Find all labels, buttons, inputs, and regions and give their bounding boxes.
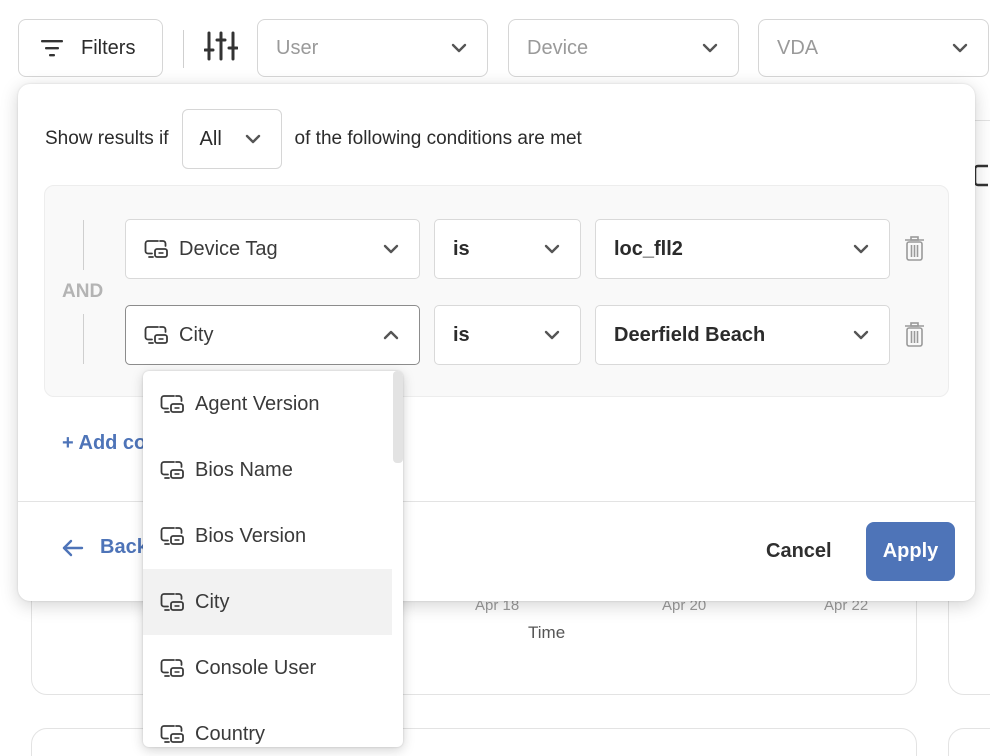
chevron-down-icon — [544, 330, 560, 340]
device-icon — [160, 593, 184, 611]
device-icon — [160, 395, 184, 413]
chevron-down-icon — [702, 43, 718, 53]
device-dropdown[interactable]: Device — [508, 19, 739, 77]
field-option-label: Bios Version — [195, 524, 307, 547]
device-icon — [160, 659, 184, 677]
group-connector-line — [83, 220, 84, 270]
apply-button[interactable]: Apply — [866, 522, 955, 581]
chevron-down-icon — [383, 244, 399, 254]
monitor-icon — [974, 164, 988, 187]
lower-right-card — [948, 728, 990, 756]
show-results-suffix: of the following conditions are met — [294, 128, 582, 149]
field-option-bios-version[interactable]: Bios Version — [143, 503, 392, 569]
filters-label: Filters — [81, 36, 136, 59]
chevron-down-icon — [245, 134, 260, 144]
chevron-down-icon — [952, 43, 968, 53]
field-option-bios-name[interactable]: Bios Name — [143, 437, 392, 503]
device-icon — [160, 527, 184, 545]
back-button[interactable]: Back — [62, 536, 148, 559]
field-option-city[interactable]: City — [143, 569, 392, 635]
chevron-up-icon — [383, 330, 399, 340]
chevron-down-icon — [544, 244, 560, 254]
toolbar-divider — [183, 30, 184, 68]
condition-operator-value: is — [453, 237, 470, 260]
sliders-icon[interactable] — [204, 31, 238, 61]
field-option-label: City — [195, 590, 230, 613]
group-operator-label: AND — [62, 281, 104, 302]
back-label: Back — [100, 536, 148, 558]
show-results-prefix: Show results if — [45, 128, 169, 149]
field-option-label: Bios Name — [195, 458, 293, 481]
condition-value-text: loc_fll2 — [614, 237, 683, 260]
match-mode-row: Show results if All of the following con… — [45, 109, 582, 169]
chevron-down-icon — [451, 43, 467, 53]
condition-field-dropdown[interactable]: Device Tag — [125, 219, 420, 279]
group-connector-line — [83, 314, 84, 364]
field-option-label: Console User — [195, 656, 317, 679]
condition-value-dropdown[interactable]: Deerfield Beach — [595, 305, 890, 365]
condition-value-text: Deerfield Beach — [614, 323, 766, 346]
field-option-label: Agent Version — [195, 392, 320, 415]
dropdown-scrollbar[interactable] — [393, 371, 403, 463]
condition-operator-dropdown[interactable]: is — [434, 219, 581, 279]
field-option-country[interactable]: Country — [143, 701, 392, 747]
condition-value-dropdown[interactable]: loc_fll2 — [595, 219, 890, 279]
user-dropdown-placeholder: User — [276, 36, 319, 59]
condition-operator-value: is — [453, 323, 470, 346]
field-option-console-user[interactable]: Console User — [143, 635, 392, 701]
field-options-list: Agent Version Bios Name Bios Version Cit… — [143, 371, 403, 747]
user-dropdown[interactable]: User — [257, 19, 488, 77]
arrow-left-icon — [62, 539, 84, 556]
match-mode-dropdown[interactable]: All — [181, 109, 282, 169]
condition-operator-dropdown[interactable]: is — [434, 305, 581, 365]
trash-icon[interactable] — [904, 236, 925, 262]
match-mode-value: All — [199, 127, 222, 150]
condition-field-value: Device Tag — [179, 237, 278, 260]
device-icon — [160, 461, 184, 479]
x-axis-title: Time — [528, 623, 566, 642]
filters-button[interactable]: Filters — [18, 19, 163, 77]
add-condition-link[interactable]: + Add co — [62, 432, 146, 455]
field-option-agent-version[interactable]: Agent Version — [143, 371, 392, 437]
chevron-down-icon — [853, 244, 869, 254]
device-icon — [144, 326, 168, 344]
device-icon — [144, 240, 168, 258]
condition-group: AND Device Tag is loc_fll2 City is Deerf… — [44, 185, 949, 397]
trash-icon[interactable] — [904, 322, 925, 348]
vda-dropdown[interactable]: VDA — [758, 19, 989, 77]
vda-dropdown-placeholder: VDA — [777, 36, 819, 59]
filter-lines-icon — [41, 40, 63, 57]
condition-field-dropdown[interactable]: City — [125, 305, 420, 365]
device-icon — [160, 725, 184, 743]
device-dropdown-placeholder: Device — [527, 36, 589, 59]
cancel-button[interactable]: Cancel — [766, 540, 832, 563]
field-option-label: Country — [195, 722, 266, 745]
chevron-down-icon — [853, 330, 869, 340]
condition-field-value: City — [179, 323, 214, 346]
filter-bar: Filters User Device VDA — [0, 0, 990, 80]
